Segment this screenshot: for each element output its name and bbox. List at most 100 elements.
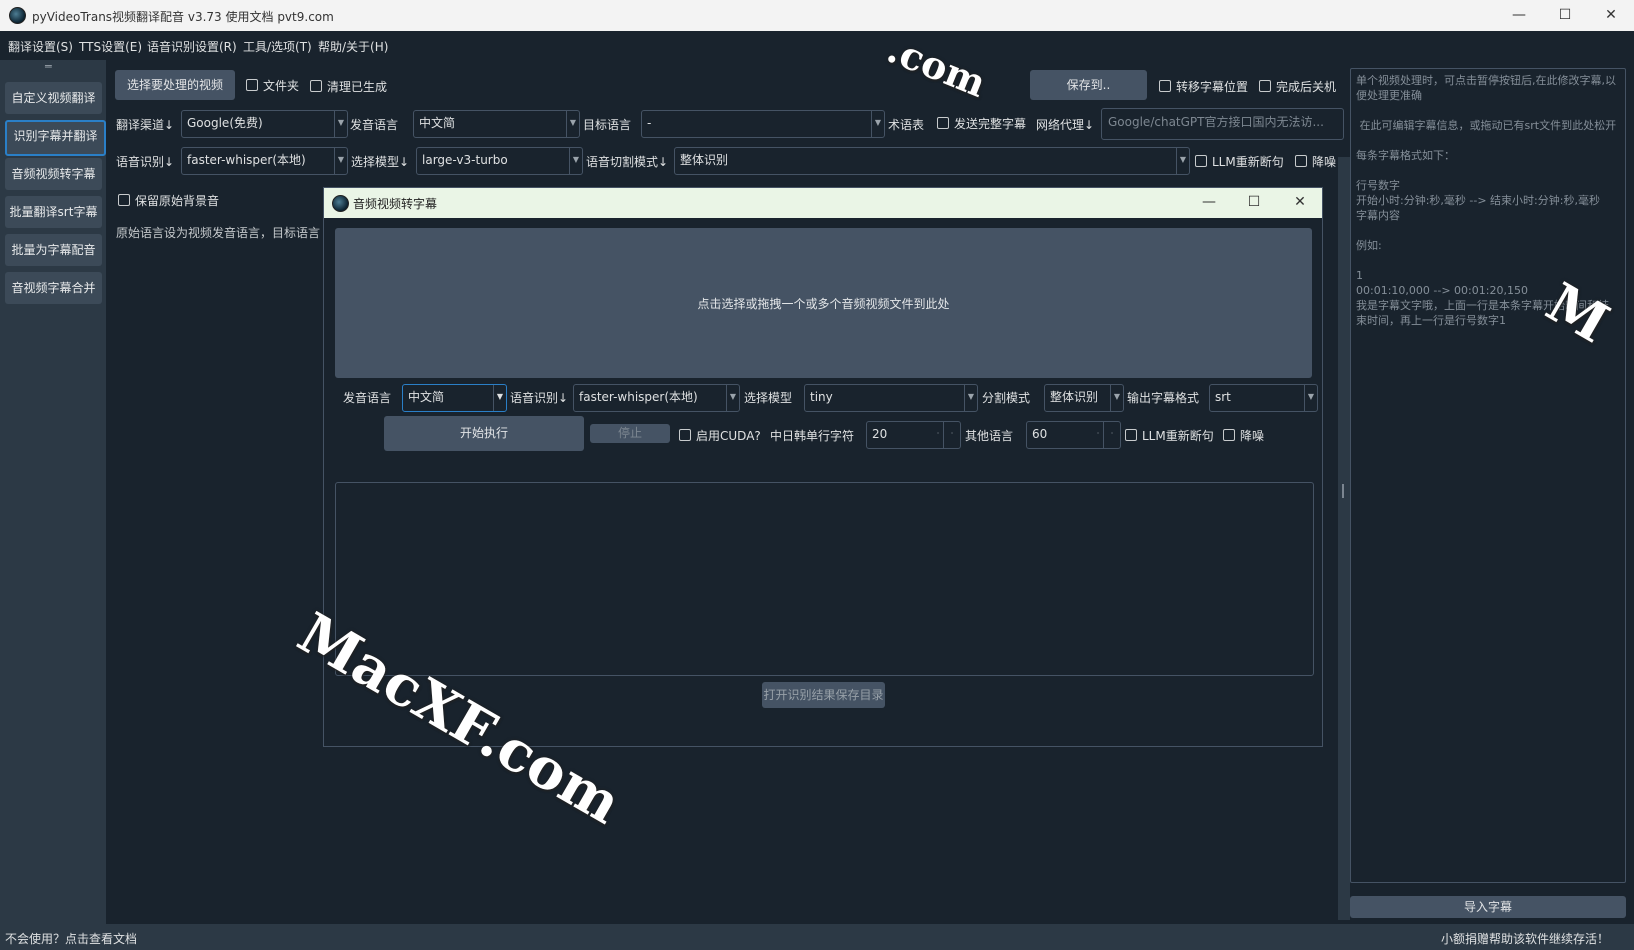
cjk-chars-label: 中日韩单行字符 (770, 429, 855, 443)
help-link[interactable]: 不会使用？点击查看文档 (5, 930, 137, 947)
split-mode-label[interactable]: 语音切割模式↓ (586, 153, 668, 170)
spin-up-icon[interactable]: · (943, 422, 960, 448)
spin-up-icon[interactable]: · (1103, 422, 1120, 448)
dialog-llm-resegment-label: LLM重新断句 (1142, 429, 1214, 443)
translate-channel-select[interactable]: Google(免费) ▼ (181, 110, 348, 138)
translate-channel-label[interactable]: 翻译渠道↓ (116, 116, 174, 133)
dialog-maximize-button[interactable]: ☐ (1231, 188, 1277, 218)
sidebar-item-merge[interactable]: 音视频字幕合并 (5, 272, 102, 304)
menu-tools[interactable]: 工具/选项(T) (243, 38, 312, 55)
dialog-minimize-button[interactable]: — (1186, 188, 1232, 218)
split-mode-select[interactable]: 整体识别 ▼ (674, 147, 1190, 175)
cuda-checkbox[interactable]: 启用CUDA? (679, 427, 761, 444)
dialog-asr-label[interactable]: 语音识别↓ (510, 389, 568, 406)
keep-bg-checkbox[interactable]: 保留原始背景音 (118, 192, 219, 209)
menu-bar: 翻译设置(S) TTS设置(E) 语音识别设置(R) 工具/选项(T) 帮助/关… (0, 31, 1634, 59)
asr-select[interactable]: faster-whisper(本地) ▼ (181, 147, 348, 175)
dialog-asr-select[interactable]: faster-whisper(本地) ▼ (573, 384, 740, 412)
select-video-button[interactable]: 选择要处理的视频 (115, 70, 235, 100)
close-button[interactable]: ✕ (1588, 0, 1634, 31)
dialog-split-label: 分割模式 (982, 391, 1031, 405)
import-subtitle-button[interactable]: 导入字幕 (1350, 896, 1626, 918)
chevron-down-icon: ▼ (334, 111, 347, 137)
target-lang-value: - (647, 116, 652, 130)
proxy-placeholder: Google/chatGPT官方接口国内无法访... (1108, 115, 1324, 129)
target-lang-select[interactable]: - ▼ (641, 110, 885, 138)
chevron-down-icon: ▼ (726, 385, 739, 411)
log-output-area[interactable] (335, 482, 1314, 676)
keep-bg-label: 保留原始背景音 (135, 194, 220, 208)
hint-text: 原始语言设为视频发音语言，目标语言 (116, 226, 321, 240)
app-logo-icon (332, 195, 349, 212)
dialog-model-select[interactable]: tiny ▼ (804, 384, 978, 412)
move-subtitle-checkbox[interactable]: 转移字幕位置 (1159, 78, 1248, 95)
shutdown-checkbox[interactable]: 完成后关机 (1259, 78, 1336, 95)
other-lang-label: 其他语言 (965, 429, 1014, 443)
open-result-dir-button[interactable]: 打开识别结果保存目录 (762, 682, 885, 708)
source-lang-select[interactable]: 中文简 ▼ (413, 110, 580, 138)
move-subtitle-label: 转移字幕位置 (1176, 80, 1249, 94)
status-bar: 不会使用？点击查看文档 小额捐赠帮助该软件继续存活！ (0, 924, 1634, 950)
folder-checkbox[interactable]: 文件夹 (246, 77, 299, 94)
asr-value: faster-whisper(本地) (187, 153, 306, 167)
dialog-close-button[interactable]: ✕ (1277, 188, 1323, 218)
file-drop-zone[interactable]: 点击选择或拖拽一个或多个音频视频文件到此处 (335, 228, 1312, 378)
send-full-subtitle-checkbox[interactable]: 发送完整字幕 (937, 115, 1026, 132)
model-select[interactable]: large-v3-turbo ▼ (416, 147, 583, 175)
window-titlebar: pyVideoTrans视频翻译配音 v3.73 使用文档 pvt9.com —… (0, 0, 1634, 31)
dialog-denoise-label: 降噪 (1240, 429, 1265, 443)
other-lang-spinbox[interactable]: 60 · · (1026, 421, 1121, 449)
denoise-checkbox[interactable]: 降噪 (1295, 153, 1336, 170)
menu-asr-settings[interactable]: 语音识别设置(R) (147, 38, 237, 55)
dialog-lang-select[interactable]: 中文简 ▼ (402, 384, 507, 412)
proxy-label[interactable]: 网络代理↓ (1036, 116, 1094, 133)
llm-resegment-label: LLM重新断句 (1212, 155, 1284, 169)
start-button[interactable]: 开始执行 (384, 416, 584, 451)
dialog-format-label: 输出字幕格式 (1127, 391, 1200, 405)
sidebar-item-recognize-translate[interactable]: 识别字幕并翻译 (5, 120, 106, 156)
source-lang-value: 中文简 (419, 116, 456, 130)
shutdown-label: 完成后关机 (1276, 80, 1337, 94)
sidebar-item-av-to-subtitle[interactable]: 音频视频转字幕 (5, 158, 102, 190)
send-full-subtitle-label: 发送完整字幕 (954, 117, 1027, 131)
model-label[interactable]: 选择模型↓ (351, 153, 409, 170)
dialog-denoise-checkbox[interactable]: 降噪 (1223, 427, 1264, 444)
save-to-button[interactable]: 保存到.. (1030, 70, 1147, 100)
dialog-split-select[interactable]: 整体识别 ▼ (1044, 384, 1124, 412)
sidebar: ═ 自定义视频翻译 识别字幕并翻译 音频视频转字幕 批量翻译srt字幕 批量为字… (0, 60, 106, 924)
maximize-button[interactable]: ☐ (1542, 0, 1588, 31)
cjk-chars-spinbox[interactable]: 20 · · (866, 421, 961, 449)
chevron-down-icon: ▼ (569, 148, 582, 174)
dialog-lang-value: 中文简 (408, 390, 445, 404)
translate-channel-value: Google(免费) (187, 116, 263, 130)
dialog-split-value: 整体识别 (1050, 390, 1099, 404)
chevron-down-icon: ▼ (964, 385, 977, 411)
stop-button[interactable]: 停止 (590, 424, 670, 443)
drop-zone-text: 点击选择或拖拽一个或多个音频视频文件到此处 (697, 297, 950, 311)
subtitle-editor[interactable]: 单个视频处理时，可点击暂停按钮后,在此修改字幕,以便处理更准确 在此可编辑字幕信… (1350, 68, 1626, 883)
sidebar-item-batch-dub[interactable]: 批量为字幕配音 (5, 234, 102, 266)
chevron-down-icon: ▼ (871, 111, 884, 137)
sidebar-item-batch-translate-srt[interactable]: 批量翻译srt字幕 (5, 196, 102, 228)
chevron-down-icon: ▼ (1176, 148, 1189, 174)
minimize-button[interactable]: — (1496, 0, 1542, 31)
dialog-llm-resegment-checkbox[interactable]: LLM重新断句 (1125, 427, 1214, 444)
sidebar-item-custom-video-translate[interactable]: 自定义视频翻译 (5, 82, 102, 114)
model-value: large-v3-turbo (422, 153, 508, 167)
proxy-input[interactable]: Google/chatGPT官方接口国内无法访... (1101, 108, 1344, 140)
donate-link[interactable]: 小额捐赠帮助该软件继续存活！ (1441, 930, 1609, 947)
menu-translate-settings[interactable]: 翻译设置(S) (8, 38, 73, 55)
app-logo-icon (9, 7, 26, 24)
split-mode-value: 整体识别 (680, 153, 729, 167)
sidebar-handle-icon[interactable]: ═ (45, 60, 52, 73)
clear-generated-checkbox[interactable]: 清理已生成 (310, 78, 387, 95)
asr-label[interactable]: 语音识别↓ (116, 153, 174, 170)
chevron-down-icon: ▼ (493, 385, 506, 411)
dialog-format-select[interactable]: srt ▼ (1209, 384, 1318, 412)
panel-splitter[interactable] (1338, 157, 1350, 920)
glossary-link[interactable]: 术语表 (888, 116, 924, 133)
menu-tts-settings[interactable]: TTS设置(E) (79, 38, 142, 55)
menu-help[interactable]: 帮助/关于(H) (318, 38, 388, 55)
llm-resegment-checkbox[interactable]: LLM重新断句 (1195, 153, 1284, 170)
dialog-model-label: 选择模型 (744, 391, 793, 405)
